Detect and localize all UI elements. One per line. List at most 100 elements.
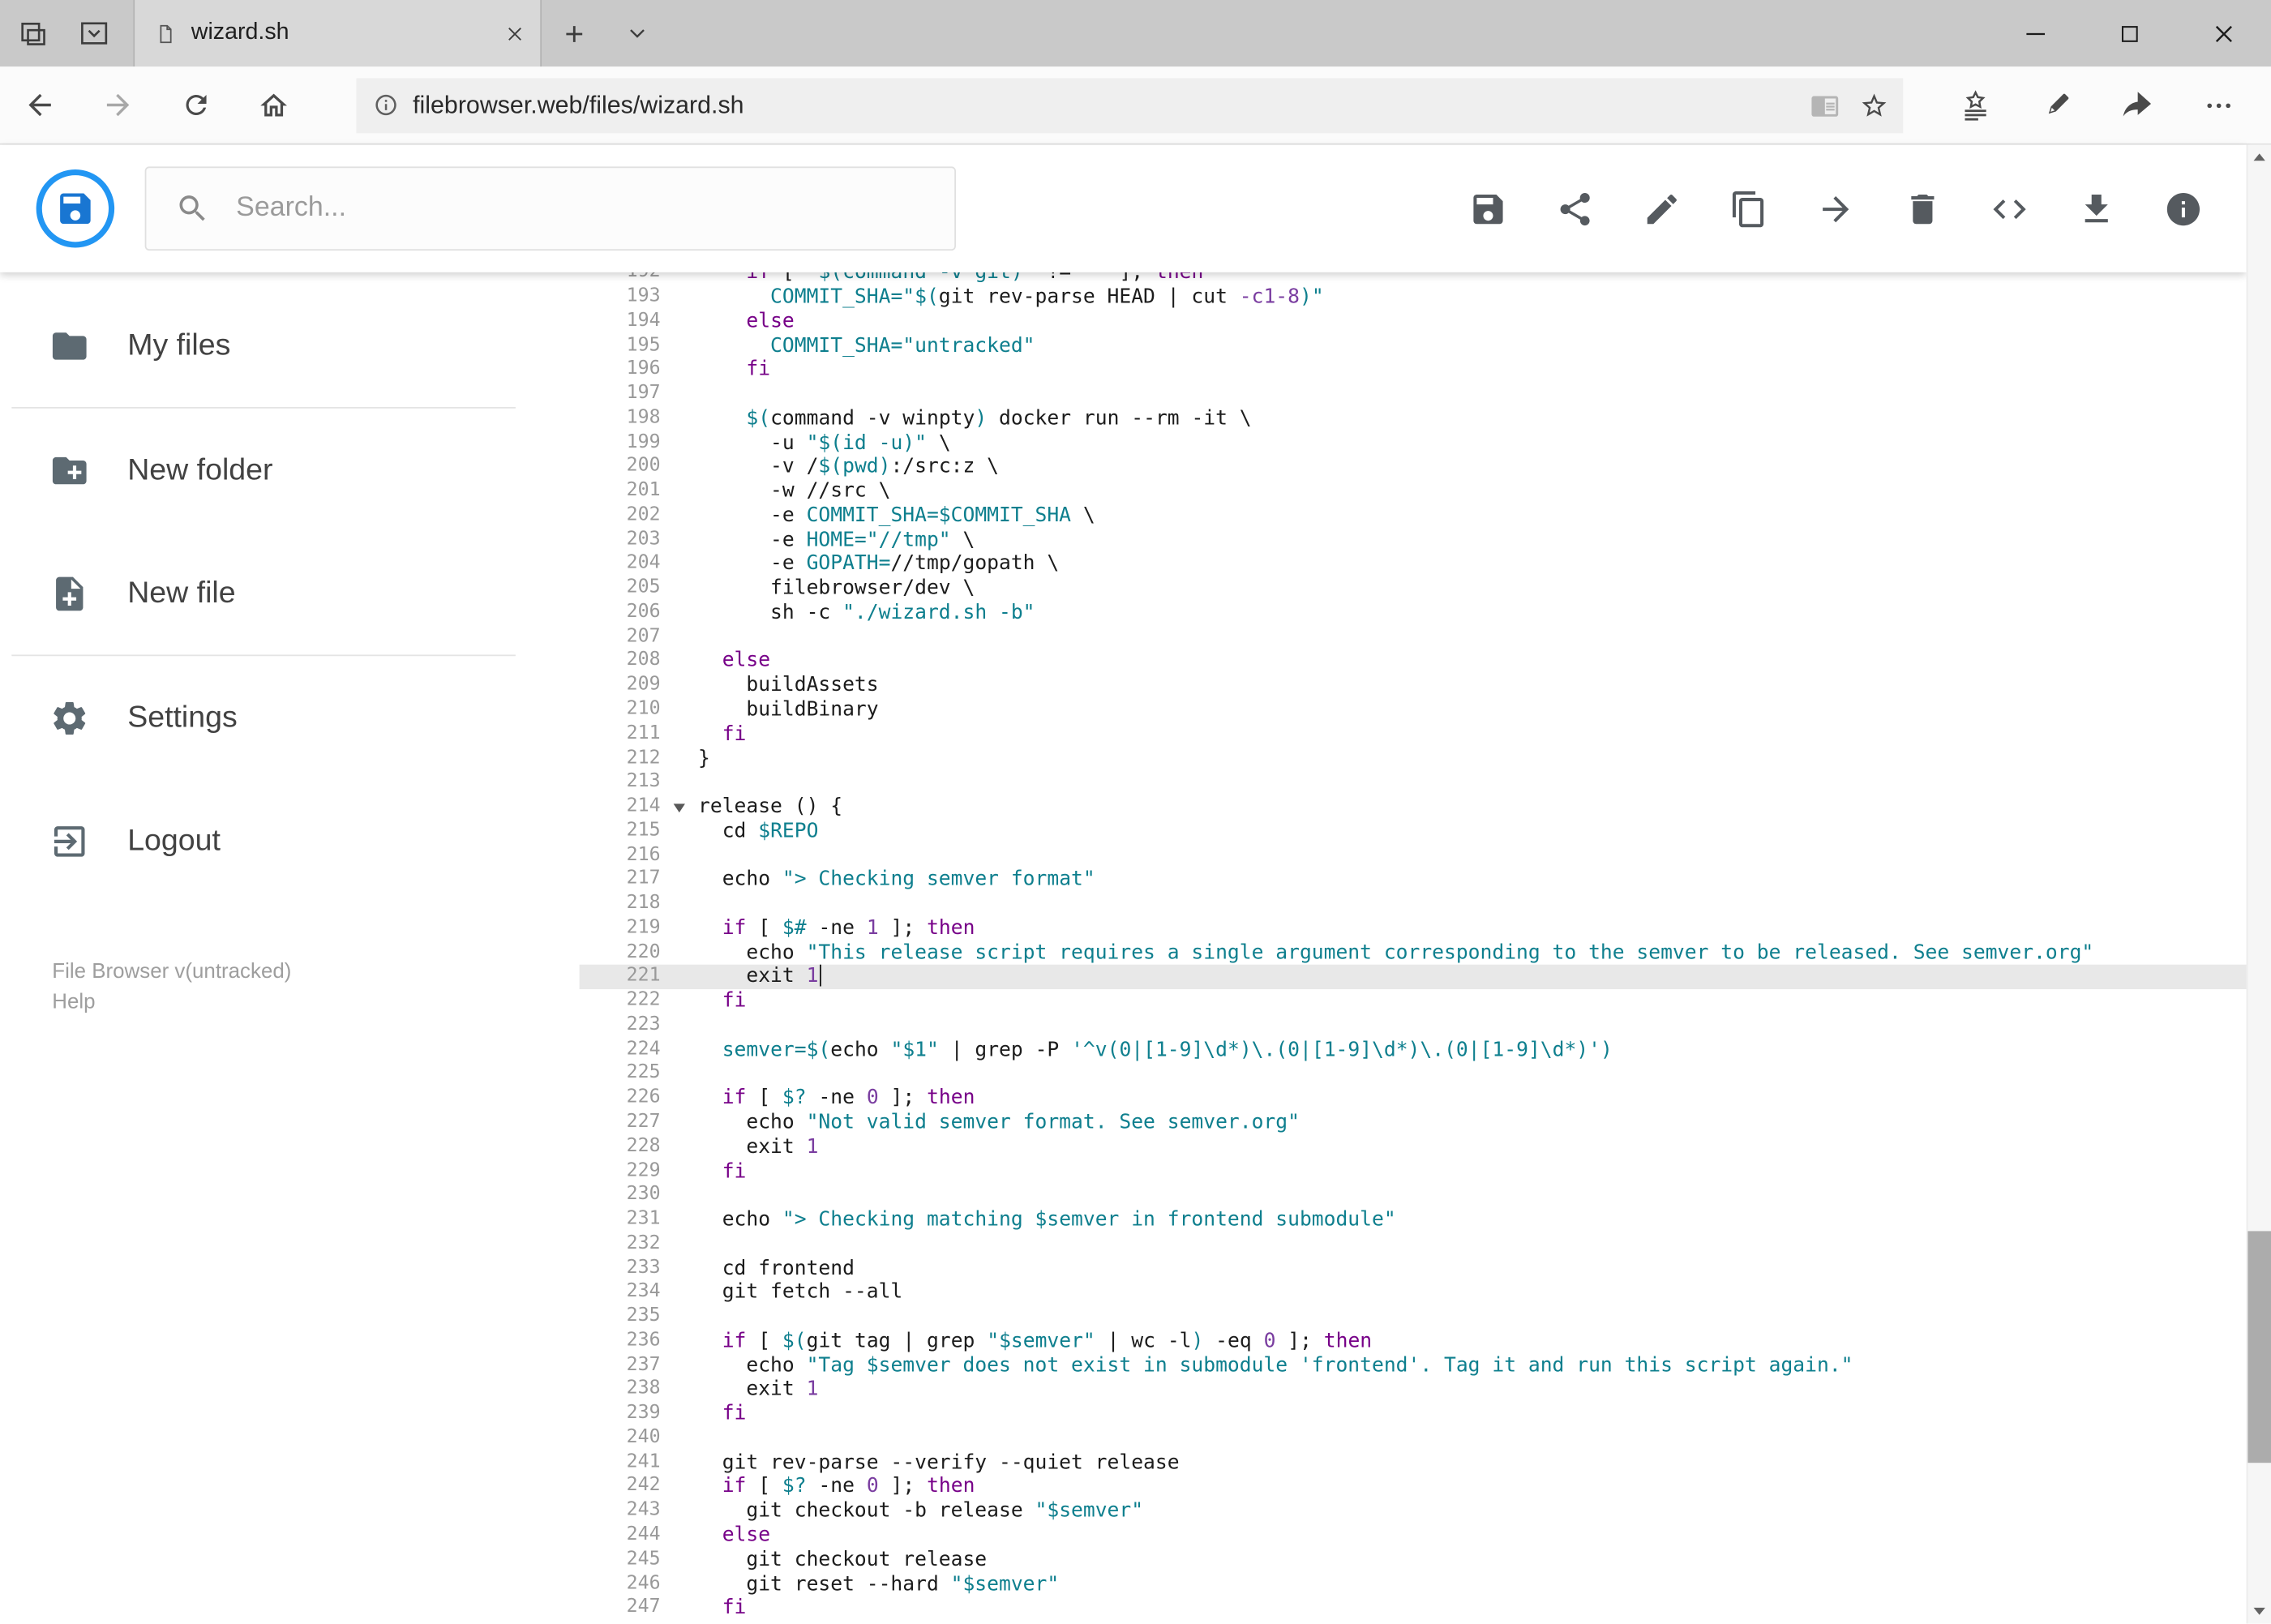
code-line-221[interactable]: 221 exit 1 <box>579 965 2247 990</box>
refresh-button[interactable] <box>156 66 234 144</box>
code-line-201[interactable]: 201 -w //src \ <box>580 479 2247 503</box>
more-menu-icon[interactable] <box>2190 76 2247 134</box>
back-button[interactable] <box>0 66 78 144</box>
code-line-223[interactable]: 223 <box>580 1013 2247 1038</box>
code-line-196[interactable]: 196 fi <box>580 358 2247 383</box>
code-line-206[interactable]: 206 sh -c "./wizard.sh -b" <box>580 601 2247 625</box>
forward-button[interactable] <box>78 66 156 144</box>
code-line-242[interactable]: 242 if [ $? -ne 0 ]; then <box>580 1475 2247 1499</box>
code-line-197[interactable]: 197 <box>580 383 2247 407</box>
code-line-245[interactable]: 245 git checkout release <box>580 1548 2247 1572</box>
maximize-button[interactable] <box>2083 0 2177 66</box>
code-line-204[interactable]: 204 -e GOPATH=//tmp/gopath \ <box>580 552 2247 576</box>
code-line-205[interactable]: 205 filebrowser/dev \ <box>580 576 2247 601</box>
code-line-219[interactable]: 219 if [ $# -ne 1 ]; then <box>580 917 2247 941</box>
code-line-207[interactable]: 207 <box>580 625 2247 649</box>
rename-button[interactable] <box>1632 180 1690 238</box>
browser-tab[interactable]: wizard.sh <box>133 0 542 67</box>
set-tabs-aside-icon[interactable] <box>17 17 49 49</box>
code-line-229[interactable]: 229 fi <box>580 1159 2247 1184</box>
favorite-star-icon[interactable] <box>1860 91 1889 120</box>
fold-marker-icon[interactable] <box>673 803 685 812</box>
code-line-244[interactable]: 244 else <box>580 1523 2247 1548</box>
code-line-234[interactable]: 234 git fetch --all <box>580 1281 2247 1305</box>
code-line-212[interactable]: 212} <box>580 747 2247 771</box>
code-line-202[interactable]: 202 -e COMMIT_SHA=$COMMIT_SHA \ <box>580 503 2247 528</box>
code-line-217[interactable]: 217 echo "> Checking semver format" <box>580 868 2247 893</box>
sidebar-item-new-file[interactable]: New file <box>0 532 580 655</box>
code-line-232[interactable]: 232 <box>580 1232 2247 1257</box>
download-button[interactable] <box>2067 180 2124 238</box>
code-line-200[interactable]: 200 -v /$(pwd):/src:z \ <box>580 456 2247 480</box>
reading-view-icon[interactable] <box>1810 91 1840 120</box>
help-link[interactable]: Help <box>52 988 579 1018</box>
code-line-224[interactable]: 224 semver=$(echo "$1" | grep -P '^v(0|[… <box>580 1038 2247 1062</box>
filebrowser-logo-icon[interactable] <box>36 169 115 248</box>
tab-preview-toggle-icon[interactable] <box>606 0 670 66</box>
search-box[interactable] <box>144 166 956 251</box>
code-line-213[interactable]: 213 <box>580 771 2247 795</box>
tabs-you-set-aside-icon[interactable] <box>78 17 109 49</box>
new-tab-button[interactable] <box>542 0 606 66</box>
address-bar[interactable]: filebrowser.web/files/wizard.sh <box>356 77 1904 133</box>
code-line-218[interactable]: 218 <box>580 893 2247 917</box>
code-line-209[interactable]: 209 buildAssets <box>580 674 2247 698</box>
sidebar-item-logout[interactable]: Logout <box>0 779 580 902</box>
tab-close-icon[interactable] <box>504 23 526 45</box>
minimize-button[interactable] <box>1989 0 2083 66</box>
share-button[interactable] <box>1545 180 1603 238</box>
scrollbar-up-icon[interactable] <box>2247 145 2271 169</box>
code-line-240[interactable]: 240 <box>580 1426 2247 1450</box>
url-text[interactable]: filebrowser.web/files/wizard.sh <box>413 91 1810 120</box>
site-info-icon[interactable] <box>374 92 398 117</box>
code-line-226[interactable]: 226 if [ $? -ne 0 ]; then <box>580 1086 2247 1111</box>
code-line-230[interactable]: 230 <box>580 1184 2247 1208</box>
share-icon[interactable] <box>2109 76 2166 134</box>
code-line-243[interactable]: 243 git checkout -b release "$semver" <box>580 1499 2247 1523</box>
code-line-208[interactable]: 208 else <box>580 649 2247 674</box>
code-line-235[interactable]: 235 <box>580 1305 2247 1330</box>
code-line-214[interactable]: 214 release () { <box>580 795 2247 820</box>
code-line-203[interactable]: 203 -e HOME="//tmp" \ <box>580 528 2247 552</box>
code-line-225[interactable]: 225 <box>580 1062 2247 1086</box>
code-editor[interactable]: 192 if [ "$(command -v git)" != "" ]; th… <box>579 272 2247 1624</box>
code-line-227[interactable]: 227 echo "Not valid semver format. See s… <box>580 1111 2247 1135</box>
code-line-211[interactable]: 211 fi <box>580 722 2247 747</box>
move-button[interactable] <box>1806 180 1864 238</box>
scrollbar-down-icon[interactable] <box>2247 1599 2271 1623</box>
code-line-194[interactable]: 194 else <box>580 310 2247 334</box>
code-line-228[interactable]: 228 exit 1 <box>580 1135 2247 1159</box>
editor-button[interactable] <box>1980 180 2037 238</box>
code-line-241[interactable]: 241 git rev-parse --verify --quiet relea… <box>580 1450 2247 1475</box>
home-button[interactable] <box>234 66 312 144</box>
sidebar-item-settings[interactable]: Settings <box>0 656 580 779</box>
code-line-192[interactable]: 192 if [ "$(command -v git)" != "" ]; th… <box>580 272 2247 285</box>
code-line-239[interactable]: 239 fi <box>580 1403 2247 1427</box>
code-line-237[interactable]: 237 echo "Tag $semver does not exist in … <box>580 1354 2247 1378</box>
sidebar-item-my-files[interactable]: My files <box>0 284 580 407</box>
code-line-215[interactable]: 215 cd $REPO <box>580 820 2247 844</box>
code-line-193[interactable]: 193 COMMIT_SHA="$(git rev-parse HEAD | c… <box>580 285 2247 310</box>
code-line-238[interactable]: 238 exit 1 <box>580 1378 2247 1403</box>
page-scrollbar[interactable] <box>2246 144 2271 1624</box>
save-button[interactable] <box>1459 180 1516 238</box>
code-line-246[interactable]: 246 git reset --hard "$semver" <box>580 1572 2247 1596</box>
code-line-236[interactable]: 236 if [ $(git tag | grep "$semver" | wc… <box>580 1330 2247 1354</box>
code-line-195[interactable]: 195 COMMIT_SHA="untracked" <box>580 334 2247 358</box>
code-line-220[interactable]: 220 echo "This release script requires a… <box>580 941 2247 965</box>
scrollbar-thumb[interactable] <box>2247 1231 2271 1463</box>
delete-button[interactable] <box>1893 180 1951 238</box>
code-line-198[interactable]: 198 $(command -v winpty) docker run --rm… <box>580 407 2247 431</box>
code-line-233[interactable]: 233 cd frontend <box>580 1257 2247 1281</box>
search-input[interactable] <box>236 192 932 225</box>
copy-button[interactable] <box>1719 180 1776 238</box>
sidebar-item-new-folder[interactable]: New folder <box>0 409 580 532</box>
web-note-icon[interactable] <box>2028 76 2085 134</box>
code-line-216[interactable]: 216 <box>580 844 2247 868</box>
code-line-199[interactable]: 199 -u "$(id -u)" \ <box>580 431 2247 456</box>
code-line-210[interactable]: 210 buildBinary <box>580 698 2247 722</box>
code-line-231[interactable]: 231 echo "> Checking matching $semver in… <box>580 1208 2247 1232</box>
hub-favorites-icon[interactable] <box>1947 76 2004 134</box>
close-button[interactable] <box>2177 0 2271 66</box>
code-line-247[interactable]: 247 fi <box>580 1596 2247 1621</box>
